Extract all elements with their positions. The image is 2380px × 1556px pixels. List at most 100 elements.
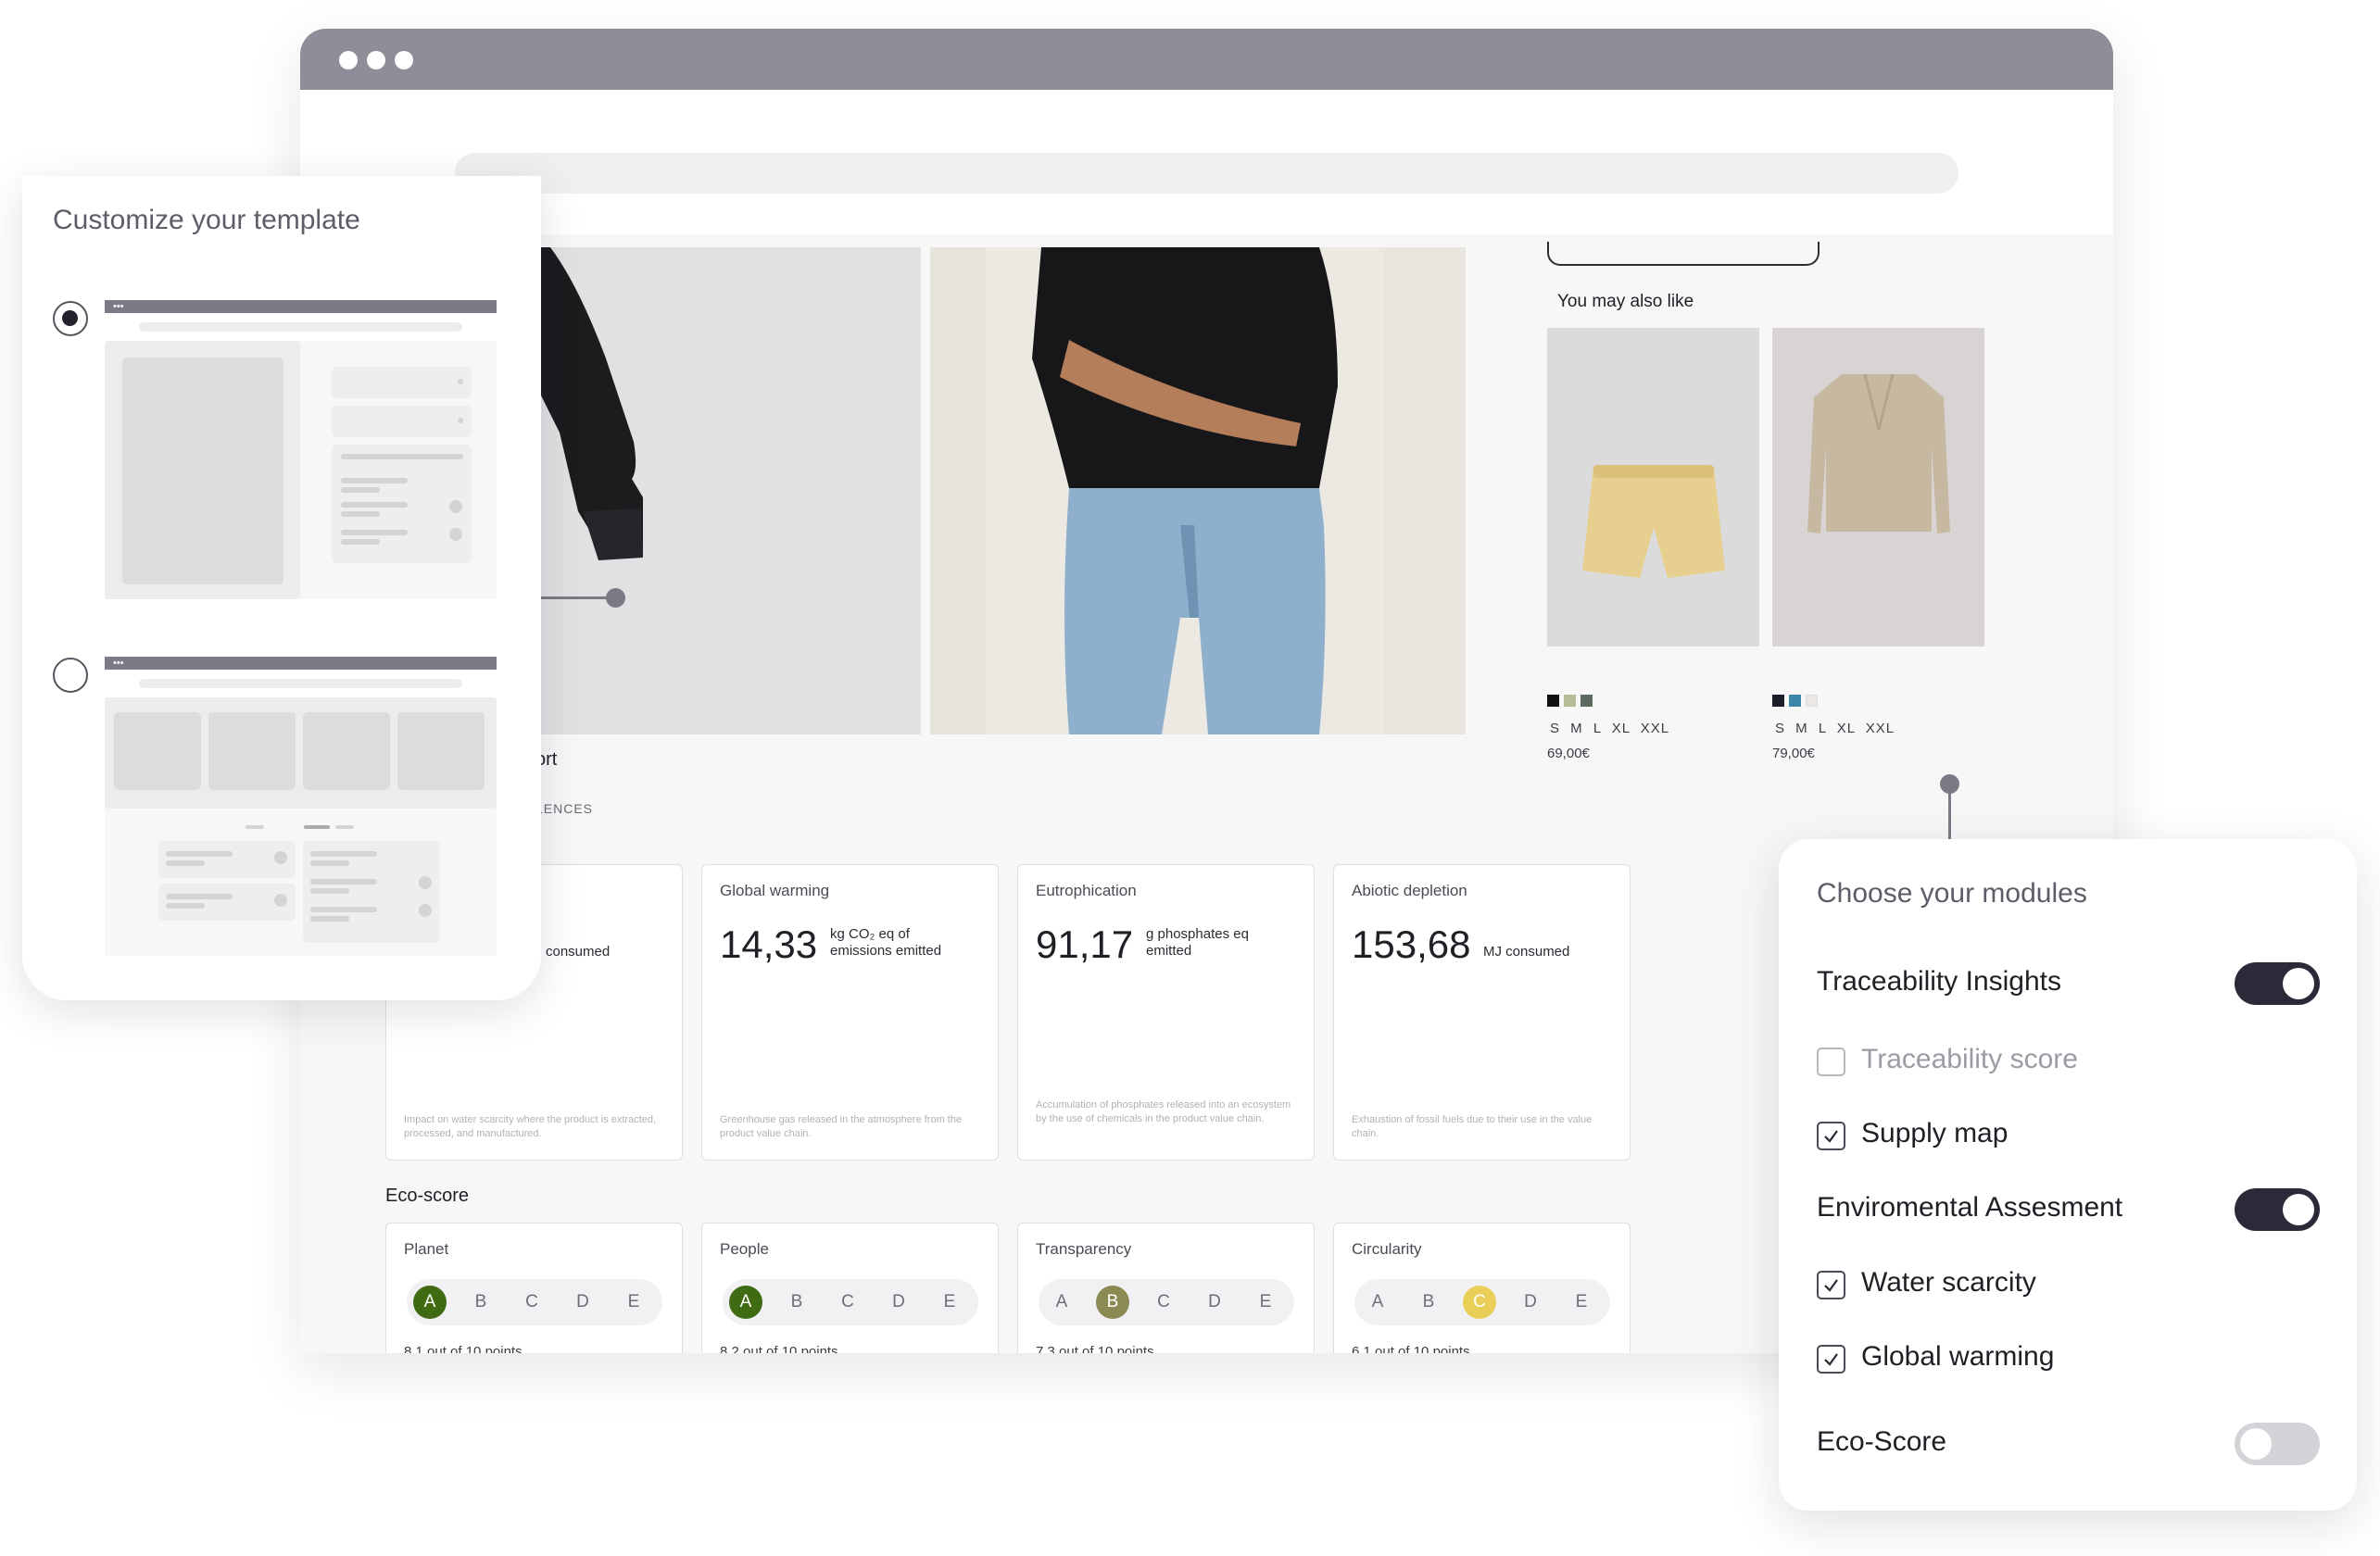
browser-toolbar — [300, 90, 2113, 234]
grade-a: A — [413, 1286, 447, 1319]
eco-points: 6,1 out of 10 points — [1352, 1344, 1470, 1353]
module-traceability-score-label: Traceability score — [1861, 1044, 2078, 1074]
grade-a: A — [1371, 1292, 1384, 1311]
template-preview-sidebar[interactable]: ••• — [105, 300, 497, 599]
mini-line — [310, 851, 377, 857]
impact-card-global-warming: Global warming 14,33 kg CO₂ eq of emissi… — [701, 864, 999, 1161]
mini-line — [166, 894, 233, 899]
mini-address — [139, 679, 462, 688]
impact-value: 14,33 — [720, 922, 818, 966]
grade-scale: A B C D E — [723, 1279, 978, 1325]
grade-b: B — [474, 1292, 487, 1311]
mini-pager — [246, 825, 264, 829]
module-global-warming-label: Global warming — [1861, 1341, 2055, 1372]
toggle-eco-score[interactable] — [2235, 1423, 2320, 1465]
impact-label: Eutrophication — [1036, 882, 1137, 899]
mini-line — [341, 487, 380, 493]
mini-dot — [419, 904, 432, 917]
color-swatch[interactable] — [1806, 695, 1818, 707]
eco-card-people: People A B C D E 8,2 out of 10 points — [701, 1223, 999, 1353]
checkbox-water-scarcity[interactable] — [1817, 1271, 1845, 1299]
checkbox-global-warming[interactable] — [1817, 1345, 1845, 1374]
toggle-knob — [2240, 1428, 2272, 1460]
mini-line — [310, 916, 349, 922]
grade-b: B — [790, 1292, 803, 1311]
impact-label: Global warming — [720, 882, 830, 899]
mini-dot — [274, 851, 287, 864]
mini-titlebar: ••• — [105, 657, 497, 670]
grade-d: D — [892, 1292, 905, 1311]
color-swatch[interactable] — [1564, 695, 1576, 707]
mini-line — [310, 860, 349, 866]
impact-unit: MJ consumed — [1483, 944, 1570, 960]
mini-dot — [449, 500, 462, 513]
toggle-environmental-assessment[interactable] — [2235, 1188, 2320, 1231]
mini-tile — [397, 712, 485, 790]
mini-line — [341, 502, 408, 508]
color-swatch[interactable] — [1789, 695, 1801, 707]
product-price: 69,00€ — [1547, 746, 1590, 761]
eco-card-circularity: Circularity A B C D E 6,1 out of 10 poin… — [1333, 1223, 1631, 1353]
mini-dots-icon: ••• — [113, 658, 124, 669]
checkbox-supply-map[interactable] — [1817, 1122, 1845, 1150]
check-icon — [1824, 1130, 1838, 1143]
mini-dot — [419, 876, 432, 889]
panel-title: Customize your template — [53, 205, 360, 235]
product-card-cardigan[interactable] — [1772, 328, 1984, 646]
color-swatch[interactable] — [1580, 695, 1593, 707]
template-radio-sidebar[interactable] — [53, 301, 88, 336]
color-swatch[interactable] — [1772, 695, 1784, 707]
panel-title: Choose your modules — [1817, 878, 2087, 909]
eco-label: Circularity — [1352, 1240, 1422, 1258]
eco-points: 8,2 out of 10 points — [720, 1344, 838, 1353]
impact-unit: g phosphates eq emitted — [1146, 926, 1294, 960]
eco-points: 8,1 out of 10 points — [404, 1344, 523, 1353]
product-sizes: S M L XL XXL — [1550, 721, 1670, 736]
module-traceability-label: Traceability Insights — [1817, 966, 2061, 997]
mini-pager — [335, 825, 354, 829]
grade-scale: A B C D E — [1354, 1279, 1610, 1325]
mini-line — [341, 511, 380, 517]
product-card-shorts[interactable] — [1547, 328, 1759, 646]
mini-tile — [208, 712, 296, 790]
impact-card-eutrophication: Eutrophication 91,17 g phosphates eq emi… — [1017, 864, 1315, 1161]
grade-e: E — [1259, 1292, 1272, 1311]
impact-description: Exhaustion of fossil fuels due to their … — [1352, 1114, 1593, 1139]
grade-scale: A B C D E — [1039, 1279, 1294, 1325]
mini-address — [139, 322, 462, 332]
mini-titlebar: ••• — [105, 300, 497, 313]
eco-card-planet: Planet A B C D E 8,1 out of 10 points — [385, 1223, 683, 1353]
grade-b: B — [1422, 1292, 1435, 1311]
mini-dot — [449, 528, 462, 541]
toggle-traceability-insights[interactable] — [2235, 962, 2320, 1005]
grade-d: D — [576, 1292, 589, 1311]
window-dot-icon — [339, 51, 358, 69]
gallery-slider-handle[interactable] — [606, 588, 625, 608]
also-like-title: You may also like — [1557, 292, 1694, 311]
impact-unit-line: kg CO₂ eq of — [830, 926, 910, 942]
mini-row — [332, 406, 472, 437]
grade-c: C — [525, 1292, 538, 1311]
address-bar[interactable] — [455, 153, 1958, 194]
template-preview-grid[interactable]: ••• — [105, 657, 497, 956]
model-image — [930, 247, 1466, 734]
product-sizes: S M L XL XXL — [1775, 721, 1895, 736]
impact-unit-line: emitted — [1146, 943, 1192, 959]
module-supply-map-label: Supply map — [1861, 1118, 2009, 1148]
grade-e: E — [1575, 1292, 1588, 1311]
mini-dot — [274, 894, 287, 907]
shorts-image — [1582, 465, 1725, 578]
mini-pager — [304, 825, 330, 829]
product-photo-model[interactable] — [930, 247, 1466, 734]
mini-line — [310, 907, 377, 912]
mini-row — [332, 367, 472, 398]
eco-label: Transparency — [1036, 1240, 1132, 1258]
impact-dropdown[interactable] — [1547, 242, 1820, 266]
mini-line — [310, 879, 377, 885]
template-radio-grid[interactable] — [53, 658, 88, 693]
color-swatch[interactable] — [1547, 695, 1559, 707]
section-subtitle: LENCES — [535, 801, 594, 816]
grade-e: E — [627, 1292, 640, 1311]
mini-line — [341, 539, 380, 545]
checkbox-traceability-score[interactable] — [1817, 1048, 1845, 1076]
